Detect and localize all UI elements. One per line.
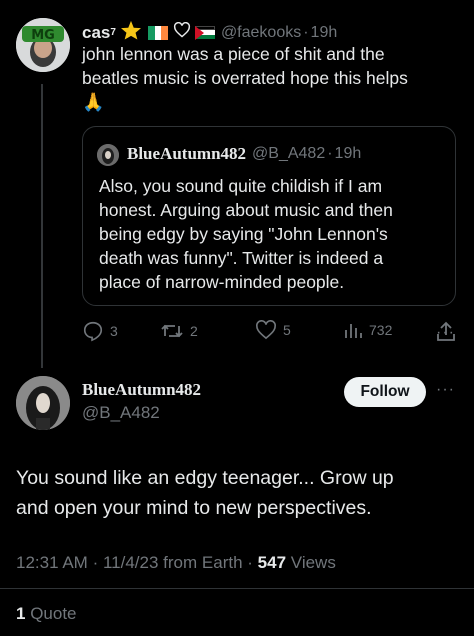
handle[interactable]: @faekooks — [221, 24, 301, 42]
quote-text-line: Also, you sound quite childish if I am — [99, 176, 383, 196]
tweet1-text-line1: john lennon was a piece of shit and the — [82, 44, 385, 64]
display-name[interactable]: cas — [82, 23, 110, 43]
tweet2-handle[interactable]: @B_A482 — [82, 403, 160, 423]
avatar-cas[interactable]: MG — [16, 18, 70, 72]
tweet1-text: john lennon was a piece of shit and the … — [82, 42, 462, 114]
tweet2-display-name[interactable]: BlueAutumn482 — [82, 380, 201, 400]
timestamp[interactable]: 19h — [311, 24, 338, 42]
quote-text-line: being edgy by saying "John Lennon's — [99, 224, 388, 244]
tweet2-text: You sound like an edgy teenager... Grow … — [16, 463, 466, 523]
tweet1-text-line2: beatles music is overrated hope this hel… — [82, 68, 408, 88]
retweet-button[interactable]: 2 — [160, 320, 198, 342]
palestine-flag-icon — [194, 25, 215, 40]
like-count: 5 — [283, 322, 291, 338]
reply-count: 3 — [110, 323, 118, 339]
like-button[interactable]: 5 — [255, 320, 291, 340]
reply-icon — [83, 321, 103, 342]
quote-author-handle: @B_A482 — [252, 145, 326, 162]
header-separator: · — [303, 23, 309, 41]
tweet2-text-line1: You sound like an edgy teenager... Grow … — [16, 467, 394, 489]
more-options-icon[interactable]: ··· — [436, 324, 455, 342]
quote-author-name: BlueAutumn482 — [127, 144, 247, 163]
views-button[interactable]: 732 — [343, 320, 392, 340]
thread-line — [41, 84, 43, 368]
reply-button[interactable]: 3 — [82, 320, 118, 342]
meta-separator: · — [92, 553, 99, 572]
views-label: Views — [290, 553, 336, 572]
views-total: 547 — [257, 553, 287, 572]
quoted-tweet-card[interactable]: BlueAutumn482 @B_A482 · 19h Also, you so… — [82, 126, 456, 306]
post-source: from Earth — [163, 553, 243, 572]
quote-text-line: death was funny". Twitter is indeed a — [99, 248, 384, 268]
views-chart-icon — [345, 324, 362, 338]
views-count: 732 — [369, 322, 393, 338]
quotes-count: 1 — [16, 604, 26, 623]
tweet2-text-line2: and open your mind to new perspectives. — [16, 497, 372, 519]
quote-header: BlueAutumn482 @B_A482 · 19h — [127, 144, 361, 164]
post-time[interactable]: 12:31 AM — [16, 553, 88, 572]
retweet-count: 2 — [190, 323, 198, 339]
svg-text:MG: MG — [31, 28, 55, 43]
quote-author-avatar — [97, 144, 119, 166]
quote-text: Also, you sound quite childish if I am h… — [99, 174, 449, 294]
heart-icon — [256, 320, 276, 340]
quotes-label: Quote — [30, 604, 77, 623]
post-date[interactable]: 11/4/23 — [103, 553, 158, 572]
display-name-superscript: 7 — [110, 27, 116, 38]
pray-emoji-icon: 🙏 — [82, 92, 105, 112]
quote-separator: · — [327, 145, 333, 162]
avatar-blueautumn[interactable] — [16, 376, 70, 430]
ireland-flag-icon — [147, 25, 168, 40]
meta-separator: · — [247, 553, 253, 572]
quotes-link[interactable]: 1 Quote — [16, 604, 77, 624]
heart-outline-icon — [173, 21, 191, 43]
follow-button[interactable]: Follow — [344, 377, 426, 407]
retweet-icon — [161, 324, 183, 338]
tweet-meta: 12:31 AM · 11/4/23 from Earth · 547 View… — [16, 553, 336, 573]
quote-text-line: place of narrow-minded people. — [99, 272, 345, 292]
quote-timestamp: 19h — [334, 145, 362, 162]
more-options-icon[interactable]: ··· — [436, 381, 455, 399]
divider — [0, 588, 474, 589]
quote-text-line: honest. Arguing about music and then — [99, 200, 393, 220]
